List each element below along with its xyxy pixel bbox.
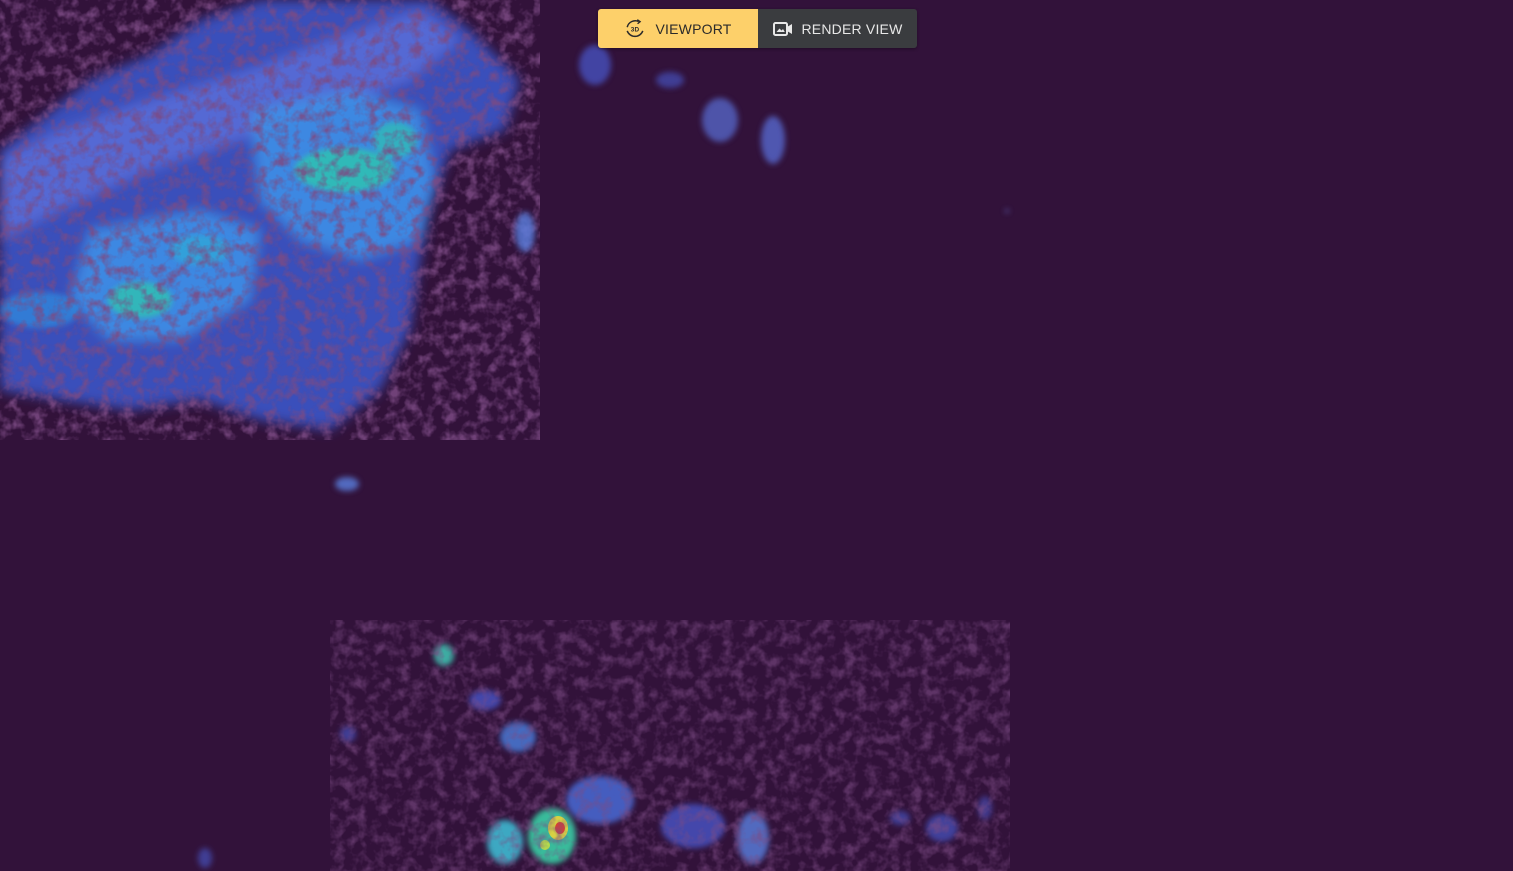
render-view-button-label: RENDER VIEW [801, 20, 903, 37]
video-camera-icon [772, 21, 793, 37]
view-mode-toggle: 3D VIEWPORT RENDER VIEW [598, 9, 917, 48]
volume-render [0, 0, 1010, 871]
3d-viewport-canvas[interactable] [0, 0, 1513, 871]
viewport-button[interactable]: 3D VIEWPORT [598, 9, 758, 48]
3d-rotate-icon: 3D [624, 18, 646, 40]
viewport-button-label: VIEWPORT [655, 20, 732, 37]
render-view-button[interactable]: RENDER VIEW [758, 9, 917, 48]
svg-text:3D: 3D [631, 26, 640, 33]
